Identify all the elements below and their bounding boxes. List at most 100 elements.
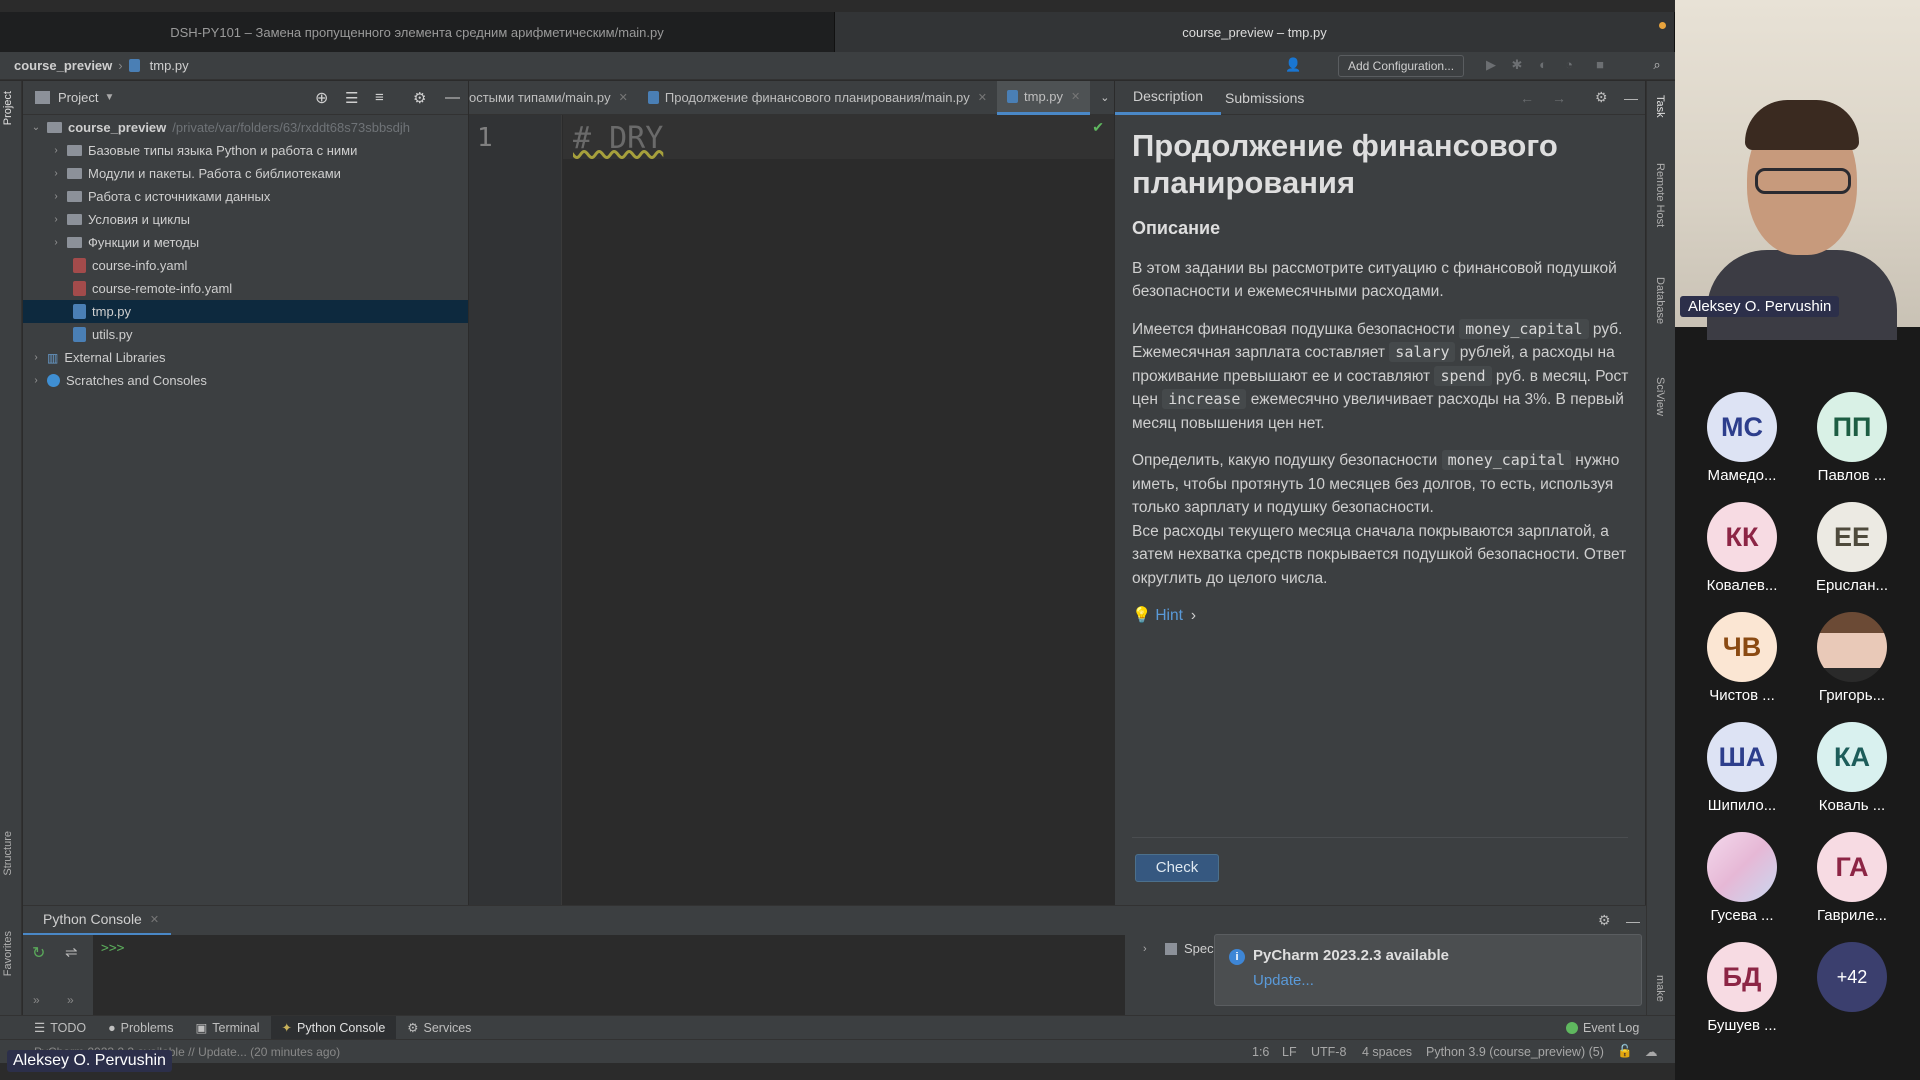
search-icon[interactable]: ⌕ <box>1649 57 1665 73</box>
arrow-left-icon[interactable]: ← <box>1520 90 1534 106</box>
tool-terminal[interactable]: ▣ Terminal <box>184 1016 270 1040</box>
lock-icon[interactable]: 🔓 <box>1617 1044 1633 1059</box>
chevron-right-icon[interactable]: › <box>49 214 63 225</box>
chevron-right-icon[interactable]: › <box>29 375 43 386</box>
tool-problems[interactable]: ● Problems <box>97 1016 184 1040</box>
soft-wrap-icon[interactable]: ⇌ <box>65 943 78 961</box>
breadcrumb-project[interactable]: course_preview <box>0 58 112 73</box>
inspection-ok-icon[interactable]: ✔ <box>1092 119 1104 136</box>
close-icon[interactable]: ✕ <box>1071 90 1080 103</box>
python-interpreter[interactable]: Python 3.9 (course_preview) (5) <box>1426 1045 1604 1059</box>
tree-item-file[interactable]: utils.py <box>23 323 468 346</box>
tab-submissions[interactable]: Submissions <box>1221 81 1322 115</box>
editor-tab-financial-planning[interactable]: Продолжение финансового планирования/mai… <box>638 81 997 115</box>
tree-item-scratches[interactable]: › Scratches and Consoles <box>23 369 468 392</box>
participant-tile[interactable]: МС Мамедо... <box>1687 392 1797 502</box>
tree-item-file[interactable]: course-remote-info.yaml <box>23 277 468 300</box>
breadcrumb-file[interactable]: tmp.py <box>128 58 189 73</box>
task-tool-button[interactable]: Task <box>1654 95 1666 118</box>
file-encoding[interactable]: UTF-8 <box>1311 1045 1346 1059</box>
participant-tile[interactable]: БД Бушуев ... <box>1687 942 1797 1052</box>
indent-setting[interactable]: 4 spaces <box>1362 1045 1412 1059</box>
tree-item-folder[interactable]: › Базовые типы языка Python и работа с ни… <box>23 139 468 162</box>
more-icon[interactable]: » <box>33 993 40 1007</box>
coverage-icon[interactable]: ◐ <box>1535 57 1551 73</box>
chevron-down-icon[interactable]: ▼ <box>104 92 114 103</box>
chevron-right-icon[interactable]: › <box>1143 943 1147 955</box>
close-icon[interactable]: ✕ <box>619 91 628 104</box>
line-separator[interactable]: LF <box>1282 1045 1297 1059</box>
hide-icon[interactable]: — <box>1624 90 1638 106</box>
profile-icon[interactable]: ◔ <box>1561 57 1577 73</box>
editor-tab-basic-types[interactable]: остыми типами/main.py ✕ <box>469 81 638 115</box>
code-line[interactable]: # DRY <box>573 121 663 156</box>
add-configuration-button[interactable]: Add Configuration... <box>1338 55 1465 77</box>
tool-event-log[interactable]: Event Log <box>1555 1016 1650 1040</box>
gear-icon[interactable]: ⚙ <box>1595 89 1608 106</box>
close-icon[interactable]: ✕ <box>978 91 987 104</box>
console-body[interactable]: ↻ ⇌ » » >>> <box>23 935 1123 1015</box>
favorites-tool-button[interactable]: Favorites <box>2 931 14 976</box>
chevron-right-icon[interactable]: › <box>49 237 63 248</box>
participant-tile[interactable]: КА Коваль ... <box>1797 722 1907 832</box>
window-tab-course-preview[interactable]: course_preview – tmp.py <box>835 12 1675 52</box>
project-tool-button[interactable]: Project <box>2 91 14 125</box>
rerun-icon[interactable]: ↻ <box>32 943 45 963</box>
caret-position[interactable]: 1:6 <box>1252 1045 1269 1059</box>
participant-tile[interactable]: Григорь... <box>1797 612 1907 722</box>
chevron-right-icon[interactable]: › <box>49 168 63 179</box>
chevron-right-icon[interactable]: › <box>29 352 43 363</box>
chevron-down-icon[interactable]: ⌄ <box>29 122 43 133</box>
participant-tile[interactable]: ША Шипило... <box>1687 722 1797 832</box>
tab-description[interactable]: Description <box>1115 81 1222 115</box>
hint-link[interactable]: 💡 Hint › <box>1132 604 1629 628</box>
tool-todo[interactable]: ☰ TODO <box>0 1016 97 1040</box>
make-tool-button[interactable]: make <box>1654 975 1666 1002</box>
stop-icon[interactable]: ■ <box>1592 57 1608 73</box>
arrow-right-icon[interactable]: → <box>1552 90 1566 106</box>
tool-services[interactable]: ⚙ Services <box>396 1016 482 1040</box>
sciview-tool-button[interactable]: SciView <box>1654 377 1666 416</box>
structure-tool-button[interactable]: Structure <box>2 831 14 876</box>
participant-tile[interactable]: ЧВ Чистов ... <box>1687 612 1797 722</box>
close-icon[interactable]: ✕ <box>150 913 159 926</box>
tree-item-folder[interactable]: › Условия и циклы <box>23 208 468 231</box>
run-icon[interactable]: ▶ <box>1483 57 1499 73</box>
editor-tab-tmp[interactable]: tmp.py ✕ <box>997 80 1091 115</box>
code-editor[interactable]: # DRY ✔ <box>563 115 1114 905</box>
expand-all-icon[interactable]: ☰ <box>345 89 358 107</box>
user-icon[interactable]: 👤 <box>1285 57 1301 73</box>
hide-icon[interactable]: — <box>1626 913 1640 929</box>
locate-icon[interactable]: ⊕ <box>315 88 328 108</box>
chevron-right-icon[interactable]: › <box>49 145 63 156</box>
gear-icon[interactable]: ⚙ <box>413 89 426 107</box>
participant-tile[interactable]: ПП Павлов ... <box>1797 392 1907 502</box>
tree-item-folder[interactable]: › Функции и методы <box>23 231 468 254</box>
tree-root-course-preview[interactable]: ⌄ course_preview /private/var/folders/63… <box>23 116 468 139</box>
hide-icon[interactable]: — <box>445 89 460 106</box>
collapse-all-icon[interactable]: ≡ <box>375 89 384 106</box>
remote-host-tool-button[interactable]: Remote Host <box>1654 163 1666 227</box>
debug-icon[interactable]: ✱ <box>1509 57 1525 73</box>
more-icon[interactable]: » <box>67 993 74 1007</box>
window-tab-dsh[interactable]: DSH-PY101 – Замена пропущенного элемента… <box>0 12 835 52</box>
check-button[interactable]: Check <box>1135 854 1219 882</box>
gear-icon[interactable]: ⚙ <box>1598 912 1611 929</box>
chevron-right-icon[interactable]: › <box>49 191 63 202</box>
tree-item-file-selected[interactable]: tmp.py <box>23 300 468 323</box>
participant-tile[interactable]: ГА Гавриле... <box>1797 832 1907 942</box>
participant-tile[interactable]: Гусева ... <box>1687 832 1797 942</box>
tree-item-external-libraries[interactable]: › ▥ External Libraries <box>23 346 468 369</box>
console-tab[interactable]: Python Console ✕ <box>23 906 172 936</box>
tree-item-folder[interactable]: › Модули и пакеты. Работа с библиотеками <box>23 162 468 185</box>
update-link[interactable]: Update... <box>1253 972 1314 989</box>
participant-tile[interactable]: КК Ковалев... <box>1687 502 1797 612</box>
tool-python-console[interactable]: ✦ Python Console <box>270 1015 397 1040</box>
project-view-selector[interactable]: Project <box>58 90 98 105</box>
tree-item-file[interactable]: course-info.yaml <box>23 254 468 277</box>
participant-tile[interactable]: ЕЕ Ерuслан... <box>1797 502 1907 612</box>
notifications-icon[interactable]: ☁ <box>1645 1044 1658 1059</box>
tree-item-folder[interactable]: › Работа с источниками данных <box>23 185 468 208</box>
database-tool-button[interactable]: Database <box>1654 277 1666 324</box>
more-participants-tile[interactable]: +42 <box>1797 942 1907 1052</box>
